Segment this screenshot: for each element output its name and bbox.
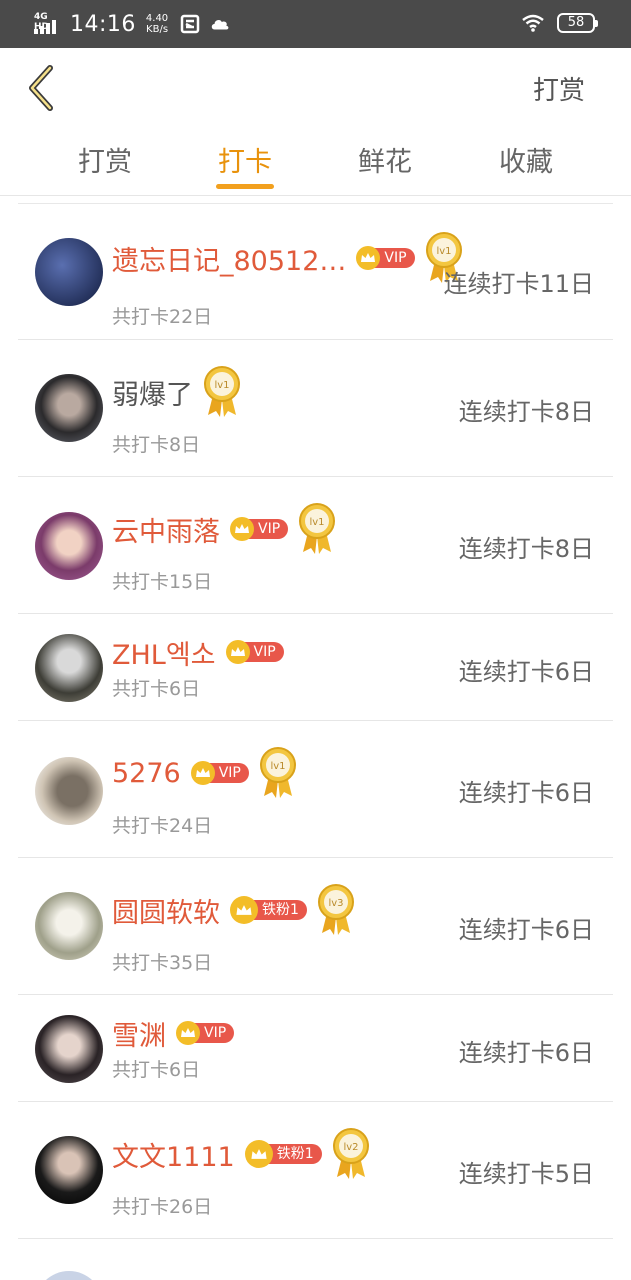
avatar	[35, 1271, 103, 1280]
list-item-partial[interactable]	[0, 1239, 631, 1280]
consecutive-checkins: 连续打卡5日	[458, 1160, 594, 1188]
total-checkins: 共打卡6日	[112, 678, 201, 700]
consecutive-checkins: 连续打卡11日	[443, 270, 594, 298]
medal-level-text: lv1	[436, 246, 451, 257]
avatar	[35, 634, 103, 702]
user-name-line: 遗忘日记_80512… VIP lv1	[112, 232, 463, 283]
crown-icon	[176, 1021, 200, 1045]
medal-level-text: lv3	[328, 898, 343, 909]
user-name-line: 云中雨落 VIP lv1	[112, 503, 336, 554]
tab-flowers[interactable]: 鲜花	[325, 140, 445, 179]
vip-badge: VIP	[230, 517, 289, 541]
total-checkins: 共打卡26日	[112, 1196, 213, 1218]
status-bar: 4G HD 14:16 4.40 KB/s 58	[0, 0, 631, 48]
user-name-line: ZHL엑소 VIP	[112, 632, 284, 672]
screenshot-app-icon	[180, 14, 200, 34]
avatar	[35, 892, 103, 960]
consecutive-checkins: 连续打卡6日	[458, 1039, 594, 1067]
tab-bar: 打赏 打卡 鲜花 收藏	[0, 128, 631, 196]
fan-badge: 铁粉1	[230, 896, 307, 924]
medal-level-text: lv1	[310, 517, 325, 528]
vip-badge: VIP	[356, 246, 415, 270]
tab-favorites[interactable]: 收藏	[466, 140, 586, 179]
medal-level-text: lv1	[270, 761, 285, 772]
user-name: 圆圆软软	[112, 897, 220, 929]
list-item[interactable]: 遗忘日记_80512… VIP lv1 共打卡22日 连续打卡11日	[0, 204, 631, 340]
crown-icon	[190, 761, 215, 785]
total-checkins: 共打卡22日	[112, 306, 213, 328]
fan-badge: 铁粉1	[244, 1140, 322, 1168]
user-name: 文文1111	[112, 1141, 235, 1173]
vip-badge: VIP	[225, 640, 284, 664]
reward-action-button[interactable]: 打赏	[533, 70, 585, 107]
list-item[interactable]: 云中雨落 VIP lv1 共打卡15日 连续打卡8日	[0, 477, 631, 614]
consecutive-checkins: 连续打卡8日	[458, 398, 594, 426]
network-speed-value: 4.40	[145, 13, 169, 24]
user-name-line: 文文1111 铁粉1 lv2	[112, 1128, 370, 1179]
cloud-icon	[211, 19, 229, 30]
consecutive-checkins: 连续打卡6日	[458, 779, 594, 807]
network-speed-unit: KB/s	[146, 24, 169, 35]
consecutive-checkins: 连续打卡6日	[458, 916, 594, 944]
level-medal-icon: lv1	[299, 503, 336, 554]
user-name: 遗忘日记_80512…	[112, 245, 347, 277]
vip-badge: VIP	[190, 761, 249, 785]
battery-indicator: 58	[557, 13, 598, 33]
user-name: ZHL엑소	[112, 639, 216, 671]
vip-badge: VIP	[176, 1021, 235, 1045]
user-name: 弱爆了	[112, 379, 193, 411]
list-item[interactable]: 弱爆了 lv1 共打卡8日 连续打卡8日	[0, 340, 631, 477]
fan-badge-label: 铁粉1	[250, 900, 307, 920]
level-medal-icon: lv1	[259, 747, 296, 798]
user-name-line: 5276 VIP lv1	[112, 747, 297, 798]
crown-icon	[225, 640, 250, 664]
avatar	[35, 757, 103, 825]
active-tab-indicator	[216, 184, 274, 189]
crown-icon	[244, 1140, 273, 1168]
user-name: 雪渊	[112, 1020, 166, 1052]
list-item[interactable]: ZHL엑소 VIP 共打卡6日 连续打卡6日	[0, 614, 631, 721]
level-medal-icon: lv2	[332, 1128, 369, 1179]
avatar	[35, 238, 103, 306]
wifi-icon	[522, 14, 544, 32]
user-name-line: 圆圆软软 铁粉1 lv3	[112, 884, 355, 935]
user-name-line: 弱爆了 lv1	[112, 366, 241, 417]
level-medal-icon: lv3	[317, 884, 354, 935]
user-name-line: 雪渊 VIP	[112, 1013, 235, 1053]
network-speed: 4.40 KB/s	[146, 13, 168, 35]
tab-checkin[interactable]: 打卡	[185, 140, 305, 179]
checkin-list: 遗忘日记_80512… VIP lv1 共打卡22日 连续打卡11日 弱爆了 l…	[0, 196, 631, 1280]
avatar	[35, 374, 103, 442]
avatar	[35, 512, 103, 580]
level-medal-icon: lv1	[204, 366, 240, 417]
total-checkins: 共打卡6日	[112, 1059, 201, 1081]
cellular-signal-icon: 4G HD	[34, 12, 62, 36]
list-item[interactable]: 5276 VIP lv1 共打卡24日 连续打卡6日	[0, 721, 631, 858]
consecutive-checkins: 连续打卡8日	[458, 535, 594, 563]
list-item[interactable]: 圆圆软软 铁粉1 lv3 共打卡35日 连续打卡6日	[0, 858, 631, 995]
total-checkins: 共打卡24日	[112, 815, 213, 837]
fan-badge-label: 铁粉1	[264, 1144, 322, 1164]
total-checkins: 共打卡35日	[112, 952, 213, 974]
crown-icon	[230, 896, 258, 924]
consecutive-checkins: 连续打卡6日	[458, 658, 594, 686]
avatar	[35, 1015, 103, 1083]
medal-level-text: lv1	[214, 380, 229, 391]
status-time: 14:16	[70, 11, 136, 37]
status-bar-left: 4G HD 14:16 4.40 KB/s	[34, 10, 240, 38]
total-checkins: 共打卡15日	[112, 571, 213, 593]
list-item[interactable]: 文文1111 铁粉1 lv2 共打卡26日 连续打卡5日	[0, 1102, 631, 1239]
medal-level-text: lv2	[343, 1142, 358, 1153]
user-name: 5276	[112, 757, 181, 789]
app-header: 打赏	[0, 48, 631, 128]
total-checkins: 共打卡8日	[112, 434, 201, 456]
tab-reward[interactable]: 打赏	[45, 140, 165, 179]
list-item[interactable]: 雪渊 VIP 共打卡6日 连续打卡6日	[0, 995, 631, 1102]
user-name: 云中雨落	[112, 516, 220, 548]
avatar	[35, 1136, 103, 1204]
back-button[interactable]	[20, 62, 64, 114]
status-bar-right: 58	[521, 13, 598, 33]
crown-icon	[230, 517, 254, 541]
